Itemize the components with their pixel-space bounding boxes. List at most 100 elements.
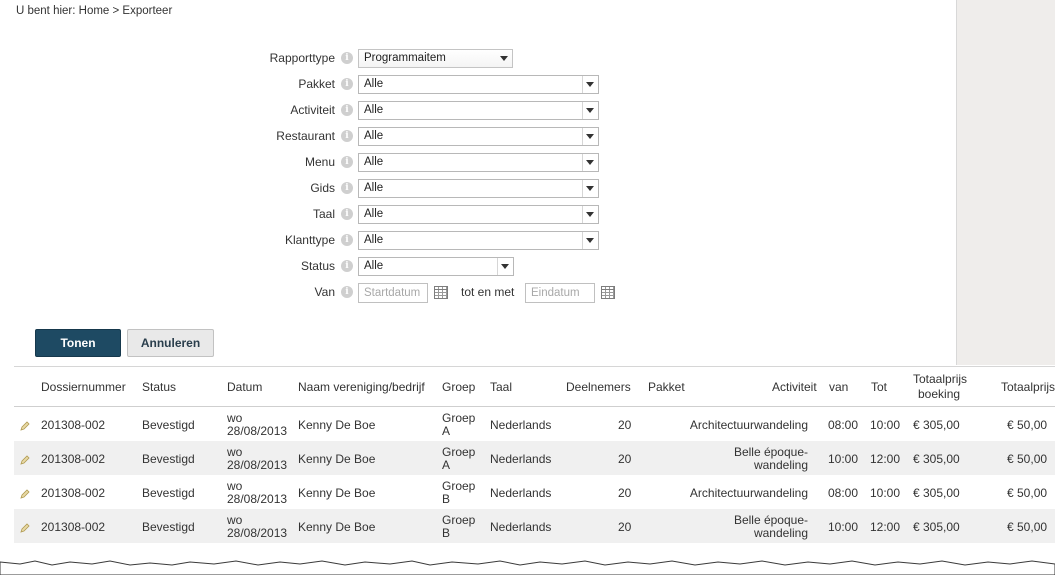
edit-icon[interactable]	[20, 489, 30, 499]
info-icon[interactable]: i	[341, 156, 353, 168]
col-deelnemers[interactable]: Deelnemers	[566, 380, 631, 394]
menu-label: Menu	[304, 155, 335, 169]
cell-activiteit: Architectuurwandeling	[689, 418, 808, 432]
cell-groep-letter: A	[442, 458, 451, 472]
col-van[interactable]: van	[829, 380, 848, 394]
cell-activiteit: Architectuurwandeling	[689, 486, 808, 500]
gids-select[interactable]: Alle	[358, 179, 599, 198]
info-icon[interactable]: i	[341, 286, 353, 298]
col-totaalprijs-boeking[interactable]: Totaalprijs	[913, 372, 967, 386]
restaurant-select[interactable]: Alle	[358, 127, 599, 146]
cell-datum: 28/08/2013	[227, 458, 288, 472]
taal-label: Taal	[312, 207, 335, 221]
cell-datum: 28/08/2013	[227, 526, 288, 540]
table-row[interactable]: 201308-002 Bevestigd wo 28/08/2013 Kenny De …	[14, 441, 1055, 475]
info-icon[interactable]: i	[341, 78, 353, 90]
cell-totaalprijs-boeking: € 305,00	[913, 520, 960, 534]
cell-groep-letter: B	[442, 492, 451, 506]
col-status[interactable]: Status	[142, 380, 176, 394]
cell-totaalprijs: € 50,00	[1007, 452, 1048, 466]
restaurant-label: Restaurant	[276, 129, 335, 143]
col-tot[interactable]: Tot	[871, 380, 887, 394]
filter-klanttype: Klanttype i Alle	[0, 230, 957, 252]
restaurant-value: Alle	[364, 130, 384, 142]
table-row[interactable]: 201308-002 Bevestigd wo 28/08/2013 Kenny De …	[14, 509, 1055, 543]
info-icon[interactable]: i	[341, 208, 353, 220]
calendar-icon[interactable]	[434, 286, 448, 299]
cell-groep-letter: B	[442, 526, 451, 540]
cell-naam: Kenny De Boe	[298, 452, 376, 466]
info-icon[interactable]: i	[341, 52, 353, 64]
edit-icon[interactable]	[20, 421, 30, 431]
filter-pakket: Pakket i Alle	[0, 74, 957, 96]
cell-activiteit: Belle époque-	[733, 513, 808, 527]
col-taal[interactable]: Taal	[490, 380, 512, 394]
cell-dossiernummer: 201308-002	[41, 520, 106, 534]
cell-van: 10:00	[828, 520, 859, 534]
rapporttype-value: Programmaitem	[364, 52, 446, 64]
cell-groep: Groep	[442, 513, 476, 527]
cancel-button[interactable]: Annuleren	[127, 329, 214, 357]
cell-groep: Groep	[442, 445, 476, 459]
van-label: Van	[314, 285, 335, 299]
klanttype-label: Klanttype	[284, 233, 335, 247]
col-datum[interactable]: Datum	[227, 380, 262, 394]
right-side-panel	[957, 0, 1055, 365]
cell-naam: Kenny De Boe	[298, 418, 376, 432]
cell-groep-letter: A	[442, 424, 451, 438]
table-row[interactable]: 201308-002 Bevestigd wo 28/08/2013 Kenny De …	[14, 475, 1055, 509]
edit-icon[interactable]	[20, 455, 30, 465]
col-groep[interactable]: Groep	[442, 380, 475, 394]
pakket-value: Alle	[364, 78, 384, 90]
filter-status: Status i Alle	[0, 256, 957, 278]
end-date-input[interactable]: Eindatum	[525, 283, 595, 303]
table-row[interactable]: 201308-002 Bevestigd wo 28/08/2013 Kenny De …	[14, 407, 1055, 441]
cell-tot: 12:00	[870, 452, 901, 466]
activiteit-label: Activiteit	[290, 103, 335, 117]
show-button[interactable]: Tonen	[35, 329, 121, 357]
klanttype-value: Alle	[364, 234, 384, 246]
rapporttype-select[interactable]: Programmaitem	[358, 49, 513, 68]
cell-tot: 10:00	[870, 486, 901, 500]
info-icon[interactable]: i	[341, 260, 353, 272]
activiteit-select[interactable]: Alle	[358, 101, 599, 120]
info-icon[interactable]: i	[341, 130, 353, 142]
cell-totaalprijs-boeking: € 305,00	[913, 418, 960, 432]
pakket-select[interactable]: Alle	[358, 75, 599, 94]
col-naam[interactable]: Naam vereniging/bedrijf	[298, 380, 425, 394]
col-activiteit[interactable]: Activiteit	[772, 380, 817, 394]
cell-taal: Nederlands	[490, 418, 552, 432]
info-icon[interactable]: i	[341, 104, 353, 116]
chevron-down-icon	[586, 160, 594, 165]
col-pakket[interactable]: Pakket	[648, 380, 685, 394]
start-date-input[interactable]: Startdatum	[358, 283, 428, 303]
cell-van: 08:00	[828, 486, 859, 500]
cell-totaalprijs-boeking: € 305,00	[913, 452, 960, 466]
taal-select[interactable]: Alle	[358, 205, 599, 224]
cell-van: 10:00	[828, 452, 859, 466]
chevron-down-icon	[501, 264, 509, 269]
cell-naam: Kenny De Boe	[298, 520, 376, 534]
info-icon[interactable]: i	[341, 234, 353, 246]
filter-van: Van i Startdatum tot en met Eindatum	[0, 282, 957, 304]
info-icon[interactable]: i	[341, 182, 353, 194]
cell-totaalprijs: € 50,00	[1007, 520, 1048, 534]
cell-taal: Nederlands	[490, 520, 552, 534]
cell-groep: Groep	[442, 479, 476, 493]
edit-icon[interactable]	[20, 523, 30, 533]
col-dossiernummer[interactable]: Dossiernummer	[41, 380, 126, 394]
menu-select[interactable]: Alle	[358, 153, 599, 172]
calendar-icon[interactable]	[601, 286, 615, 299]
cell-totaalprijs: € 50,00	[1007, 486, 1048, 500]
filter-activiteit: Activiteit i Alle	[0, 100, 957, 122]
status-select[interactable]: Alle	[358, 257, 514, 276]
cell-activiteit-line2: wandeling	[753, 458, 808, 472]
cell-dag: wo	[227, 479, 243, 493]
col-totaalprijs[interactable]: Totaalprijs	[1001, 380, 1055, 394]
filter-gids: Gids i Alle	[0, 178, 957, 200]
gids-value: Alle	[364, 182, 384, 194]
klanttype-select[interactable]: Alle	[358, 231, 599, 250]
activiteit-value: Alle	[364, 104, 384, 116]
cell-taal: Nederlands	[490, 486, 552, 500]
tot-en-met-label: tot en met	[461, 285, 515, 299]
